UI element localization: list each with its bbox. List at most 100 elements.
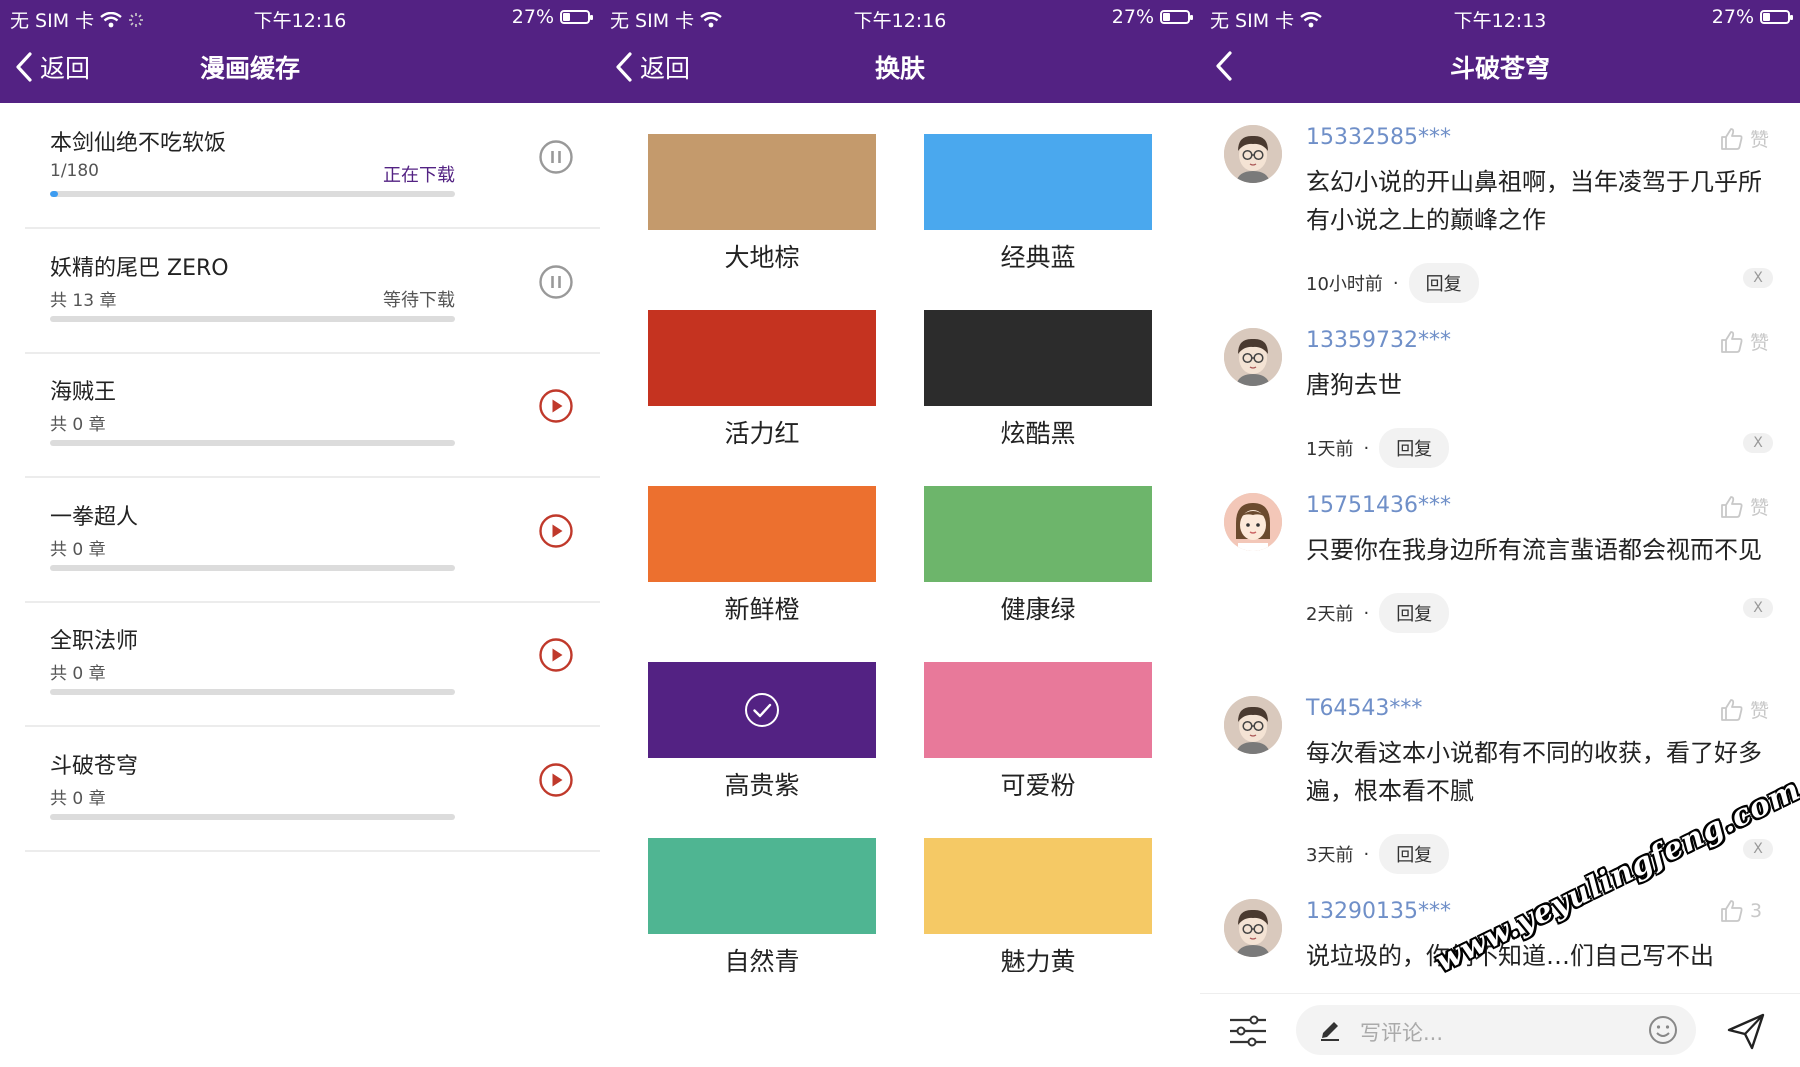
- comic-title: 海贼王: [50, 380, 117, 405]
- battery-percent: 27%: [1711, 6, 1754, 28]
- skin-option[interactable]: 大地棕: [648, 134, 876, 274]
- comment-username[interactable]: 15751436***: [1306, 493, 1451, 518]
- battery-icon: [1760, 10, 1793, 24]
- skin-option[interactable]: 魅力黄: [924, 838, 1152, 978]
- progress-bar: [50, 315, 455, 322]
- close-button[interactable]: X: [1743, 433, 1773, 453]
- navbar: 返回 换肤: [600, 43, 1200, 93]
- header: 无 SIM 卡 下午12:13 27% 斗破苍穹: [1200, 0, 1800, 103]
- reply-button[interactable]: 回复: [1379, 834, 1450, 874]
- status-bar: 无 SIM 卡 下午12:16 27%: [610, 6, 1193, 32]
- comment-input[interactable]: 写评论...: [1296, 1005, 1696, 1055]
- color-swatch[interactable]: [924, 662, 1152, 758]
- download-item[interactable]: 本剑仙绝不吃软饭 1/180 正在下载: [25, 103, 600, 229]
- skin-option[interactable]: 经典蓝: [924, 134, 1152, 274]
- comment-username[interactable]: 13359732***: [1306, 328, 1451, 353]
- like-button[interactable]: 赞: [1720, 125, 1769, 152]
- comment-username[interactable]: 13290135***: [1306, 899, 1451, 924]
- comment-text: 只要你在我身边所有流言蜚语都会视而不见: [1306, 536, 1762, 564]
- page-title: 换肤: [874, 54, 925, 83]
- like-label: 赞: [1750, 700, 1770, 722]
- clock: 下午12:16: [853, 10, 947, 32]
- pause-icon[interactable]: [538, 139, 574, 175]
- comment-username[interactable]: 15332585***: [1306, 125, 1451, 150]
- color-swatch[interactable]: [924, 838, 1152, 934]
- color-swatch[interactable]: [648, 134, 876, 230]
- comment-time: 3天前: [1306, 845, 1354, 866]
- comment-time: 1天前: [1306, 439, 1354, 460]
- header: 无 SIM 卡 下午12:16 27% 返回 漫画缓存: [0, 0, 600, 103]
- navbar: 斗破苍穹: [1200, 43, 1800, 93]
- pause-icon[interactable]: [538, 264, 574, 300]
- separator-dot: ·: [1363, 843, 1370, 865]
- play-icon[interactable]: [538, 762, 574, 798]
- color-swatch[interactable]: [648, 486, 876, 582]
- download-item[interactable]: 妖精的尾巴 ZERO 共 13 章 等待下载: [25, 228, 600, 354]
- reply-button[interactable]: 回复: [1379, 428, 1450, 468]
- clock: 下午12:16: [253, 10, 347, 32]
- avatar[interactable]: [1224, 696, 1282, 754]
- progress-bar: [50, 813, 455, 820]
- skin-label: 活力红: [724, 419, 800, 448]
- like-button[interactable]: 3: [1720, 899, 1762, 923]
- download-item[interactable]: 海贼王共 0 章: [25, 352, 600, 478]
- reply-button[interactable]: 回复: [1408, 263, 1479, 303]
- comment-meta: 2天前 · 回复: [1306, 593, 1450, 633]
- like-label: 赞: [1750, 332, 1770, 354]
- comic-title: 全职法师: [50, 629, 139, 654]
- emoji-icon[interactable]: [1648, 1015, 1678, 1045]
- skin-option[interactable]: 高贵紫: [648, 662, 876, 802]
- skin-option[interactable]: 新鲜橙: [648, 486, 876, 626]
- like-button[interactable]: 赞: [1720, 696, 1769, 723]
- comment-username[interactable]: T64543***: [1306, 696, 1422, 721]
- skin-label: 自然青: [724, 947, 800, 976]
- download-item[interactable]: 斗破苍穹共 0 章: [25, 726, 600, 852]
- separator-dot: ·: [1392, 272, 1399, 294]
- progress-bar: [50, 689, 455, 695]
- thumbs-up-icon: [1721, 495, 1743, 518]
- navbar: 返回 漫画缓存: [0, 43, 600, 93]
- color-swatch[interactable]: [924, 310, 1152, 406]
- comment-time: 2天前: [1306, 604, 1354, 625]
- avatar[interactable]: [1224, 328, 1282, 386]
- comic-title: 妖精的尾巴 ZERO: [50, 255, 229, 281]
- close-button[interactable]: X: [1743, 268, 1773, 288]
- play-icon[interactable]: [538, 388, 574, 424]
- color-swatch[interactable]: [648, 310, 876, 406]
- reply-button[interactable]: 回复: [1379, 593, 1450, 633]
- comment-time: 10小时前: [1306, 274, 1383, 295]
- close-button[interactable]: X: [1743, 839, 1773, 859]
- download-item[interactable]: 一拳超人共 0 章: [25, 477, 600, 603]
- avatar[interactable]: [1224, 899, 1282, 957]
- download-item[interactable]: 全职法师共 0 章: [25, 601, 600, 727]
- skin-option[interactable]: 自然青: [648, 838, 876, 978]
- skin-option[interactable]: 炫酷黑: [924, 310, 1152, 450]
- female-avatar-icon: [1224, 493, 1282, 551]
- color-swatch[interactable]: [924, 134, 1152, 230]
- chapter-count: 共 0 章: [50, 415, 106, 435]
- avatar[interactable]: [1224, 493, 1282, 551]
- like-button[interactable]: 赞: [1720, 493, 1769, 520]
- skin-option[interactable]: 可爱粉: [924, 662, 1152, 802]
- close-button[interactable]: X: [1743, 598, 1773, 618]
- play-icon[interactable]: [538, 637, 574, 673]
- like-label: 赞: [1750, 129, 1770, 151]
- thumbs-up-icon: [1721, 698, 1743, 721]
- filter-icon[interactable]: [1228, 1011, 1268, 1051]
- comic-title: 本剑仙绝不吃软饭: [50, 131, 227, 156]
- male-avatar-icon: [1224, 125, 1282, 183]
- like-button[interactable]: 赞: [1720, 328, 1769, 355]
- play-icon[interactable]: [538, 513, 574, 549]
- color-swatch[interactable]: [648, 838, 876, 934]
- skin-option[interactable]: 活力红: [648, 310, 876, 450]
- avatar[interactable]: [1224, 125, 1282, 183]
- color-swatch[interactable]: [648, 662, 876, 758]
- send-icon[interactable]: [1726, 1011, 1766, 1051]
- download-status: 正在下载: [383, 165, 455, 186]
- comment-meta: 3天前 · 回复: [1306, 834, 1450, 874]
- skin-option[interactable]: 健康绿: [924, 486, 1152, 626]
- battery-icon: [1160, 10, 1193, 24]
- color-swatch[interactable]: [924, 486, 1152, 582]
- chapter-count: 共 0 章: [50, 664, 106, 684]
- chapter-count: 1/180: [50, 161, 99, 181]
